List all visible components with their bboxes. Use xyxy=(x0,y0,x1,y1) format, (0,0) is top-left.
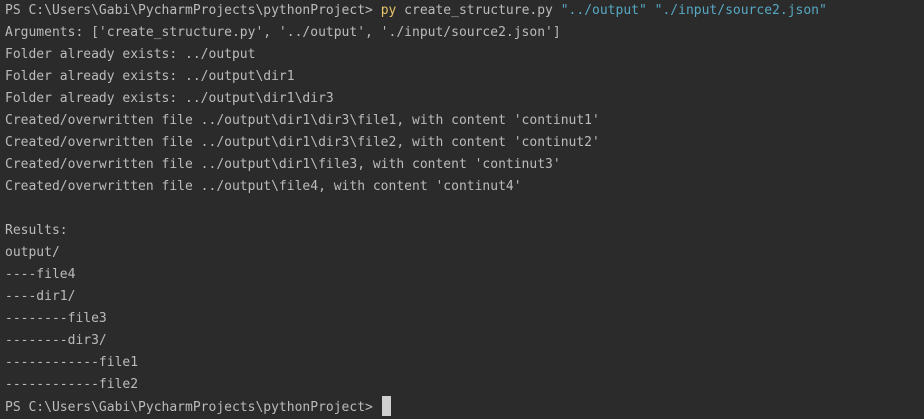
command-line: PS C:\Users\Gabi\PycharmProjects\pythonP… xyxy=(5,0,924,22)
tree-item: ----file4 xyxy=(5,267,76,282)
output-line: Created/overwritten file ../output\dir1\… xyxy=(5,135,600,150)
output-line: Arguments: ['create_structure.py', '../o… xyxy=(5,25,561,40)
command-program: py xyxy=(380,3,397,18)
prompt-text: PS C:\Users\Gabi\PycharmProjects\pythonP… xyxy=(5,3,381,18)
command-arg-output: "../output" xyxy=(560,3,647,18)
command-script: create_structure.py xyxy=(404,3,553,18)
tree-root: output/ xyxy=(5,245,60,260)
final-prompt-text: PS C:\Users\Gabi\PycharmProjects\pythonP… xyxy=(5,400,381,415)
output-line: Folder already exists: ../output xyxy=(5,47,256,62)
input-line[interactable]: PS C:\Users\Gabi\PycharmProjects\pythonP… xyxy=(5,396,924,418)
output-line: Created/overwritten file ../output\dir1\… xyxy=(5,157,561,172)
output-line: Folder already exists: ../output\dir1\di… xyxy=(5,91,334,106)
tree-item: ------------file1 xyxy=(5,355,139,370)
terminal-window[interactable]: PS C:\Users\Gabi\PycharmProjects\pythonP… xyxy=(0,0,924,419)
tree-item: --------file3 xyxy=(5,311,107,326)
text-cursor[interactable] xyxy=(381,396,391,416)
output-line: Created/overwritten file ../output\dir1\… xyxy=(5,113,600,128)
output-line: Created/overwritten file ../output\file4… xyxy=(5,179,522,194)
results-heading: Results: xyxy=(5,223,68,238)
tree-item: ----dir1/ xyxy=(5,289,76,304)
tree-item: --------dir3/ xyxy=(5,333,107,348)
tree-item: ------------file2 xyxy=(5,377,139,392)
output-line: Folder already exists: ../output\dir1 xyxy=(5,69,295,84)
command-arg-input: "./input/source2.json" xyxy=(654,3,827,18)
